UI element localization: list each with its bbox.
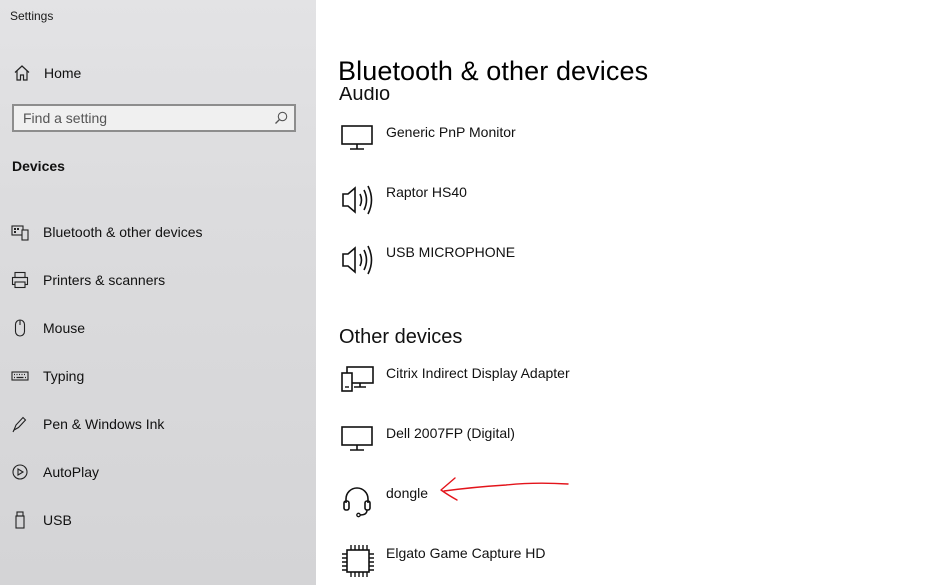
pen-icon — [11, 415, 29, 433]
sidebar-item-label: Mouse — [43, 320, 86, 336]
device-dongle[interactable]: dongle — [338, 481, 898, 525]
autoplay-icon — [11, 463, 29, 481]
sidebar-item-bluetooth[interactable]: Bluetooth & other devices — [0, 208, 316, 256]
sidebar-item-mouse[interactable]: Mouse — [0, 304, 316, 352]
app-title: Settings — [10, 9, 54, 23]
device-name: USB MICROPHONE — [386, 244, 516, 260]
sidebar-item-pen[interactable]: Pen & Windows Ink — [0, 400, 316, 448]
section-label: Devices — [12, 158, 65, 174]
sidebar-item-label: USB — [43, 512, 72, 528]
device-name: Raptor HS40 — [386, 184, 467, 200]
page-title: Bluetooth & other devices — [338, 56, 659, 87]
device-name: dongle — [386, 485, 429, 501]
device-generic-pnp-monitor[interactable]: Generic PnP Monitor — [338, 120, 898, 164]
bluetooth-devices-icon — [11, 223, 29, 241]
device-name: Generic PnP Monitor — [386, 124, 516, 140]
device-dell-2007fp[interactable]: Dell 2007FP (Digital) — [338, 421, 898, 465]
sidebar: Settings Home Devices Bluetooth & other … — [0, 0, 316, 585]
headset-icon — [338, 481, 378, 521]
keyboard-icon — [11, 367, 29, 385]
mouse-icon — [11, 319, 29, 337]
search-input[interactable] — [14, 106, 275, 130]
search-icon[interactable] — [273, 110, 289, 126]
other-devices-header: Other devices — [339, 326, 463, 348]
sidebar-item-printers[interactable]: Printers & scanners — [0, 256, 316, 304]
device-elgato-capture[interactable]: Elgato Game Capture HD — [338, 541, 898, 585]
sidebar-item-label: Typing — [43, 368, 85, 384]
speaker-icon — [338, 240, 378, 280]
device-name: Citrix Indirect Display Adapter — [386, 365, 570, 381]
sidebar-item-label: AutoPlay — [43, 464, 100, 480]
speaker-icon — [338, 180, 378, 220]
monitor-icon — [338, 120, 378, 160]
sidebar-item-typing[interactable]: Typing — [0, 352, 316, 400]
usb-icon — [11, 511, 29, 529]
device-citrix-adapter[interactable]: Citrix Indirect Display Adapter — [338, 361, 898, 405]
home-link[interactable]: Home — [12, 60, 292, 86]
device-usb-microphone[interactable]: USB MICROPHONE — [338, 240, 898, 284]
device-name: Elgato Game Capture HD — [386, 545, 546, 561]
sidebar-item-usb[interactable]: USB — [0, 496, 316, 544]
search-box[interactable] — [12, 104, 296, 132]
sidebar-item-autoplay[interactable]: AutoPlay — [0, 448, 316, 496]
chip-icon — [338, 541, 378, 581]
home-icon — [12, 63, 32, 83]
sidebar-item-label: Pen & Windows Ink — [43, 416, 165, 432]
sidebar-item-label: Printers & scanners — [43, 272, 166, 288]
device-raptor-hs40[interactable]: Raptor HS40 — [338, 180, 898, 224]
sidebar-item-label: Bluetooth & other devices — [43, 224, 203, 240]
home-label: Home — [44, 65, 82, 81]
display-adapter-icon — [338, 361, 378, 401]
monitor-icon — [338, 421, 378, 461]
annotation-arrow-icon — [440, 477, 569, 501]
device-name: Dell 2007FP (Digital) — [386, 425, 515, 441]
printer-icon — [11, 271, 29, 289]
sidebar-nav: Bluetooth & other devices Printers & sca… — [0, 208, 316, 544]
main-content: Audio Bluetooth & other devices Generic … — [316, 0, 951, 585]
